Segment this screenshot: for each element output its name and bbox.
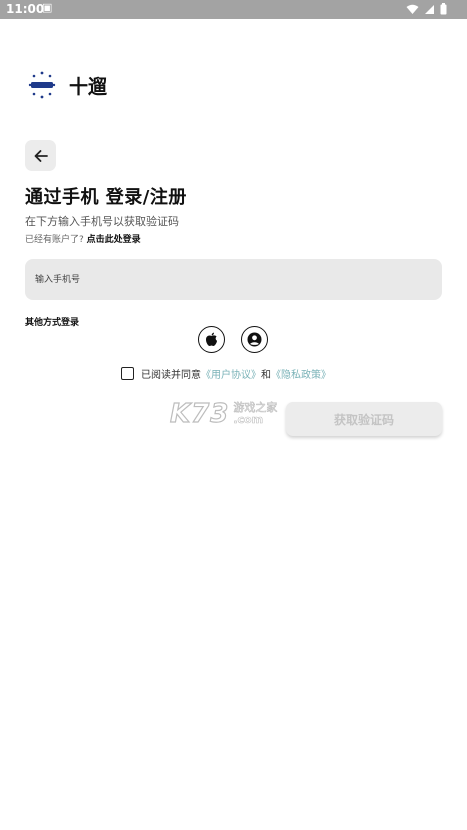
agreement-row: 已阅读并同意 《用户协议》 和 《隐私政策》 bbox=[121, 366, 331, 381]
apple-login-button[interactable] bbox=[198, 326, 225, 353]
sun-bar-logo-icon bbox=[28, 71, 56, 99]
wifi-icon bbox=[406, 4, 419, 14]
agreement-checkbox[interactable] bbox=[121, 367, 134, 380]
watermark-logo: K73 bbox=[169, 398, 230, 429]
watermark-com: .com bbox=[233, 413, 264, 426]
battery-icon bbox=[440, 3, 447, 15]
user-circle-icon bbox=[247, 332, 262, 347]
signal-icon bbox=[425, 4, 434, 14]
page-subtitle: 在下方输入手机号以获取验证码 bbox=[25, 215, 179, 228]
status-icons bbox=[406, 3, 447, 15]
watermark: K73 游戏之家 .com bbox=[169, 398, 278, 429]
page-title: 通过手机 登录/注册 bbox=[25, 187, 187, 208]
app-name: 十遛 bbox=[69, 75, 108, 98]
apple-icon bbox=[206, 332, 217, 346]
user-agreement-link[interactable]: 《用户协议》 bbox=[201, 366, 261, 381]
have-account-text: 已经有账户了? bbox=[25, 235, 84, 245]
agreement-prefix: 已阅读并同意 bbox=[141, 370, 201, 381]
app-brand: 十遛 bbox=[28, 70, 107, 100]
status-time: 11:00 bbox=[6, 2, 45, 16]
back-button[interactable] bbox=[25, 140, 56, 171]
have-account-row: 已经有账户了? 点击此处登录 bbox=[25, 232, 141, 245]
agreement-and: 和 bbox=[261, 370, 271, 381]
get-code-button[interactable]: 获取验证码 bbox=[286, 402, 442, 436]
notification-icon: ▣ bbox=[42, 1, 53, 14]
phone-input[interactable] bbox=[25, 259, 442, 300]
account-login-button[interactable] bbox=[241, 326, 268, 353]
privacy-policy-link[interactable]: 《隐私政策》 bbox=[271, 366, 331, 381]
arrow-left-icon bbox=[34, 149, 48, 162]
other-login-label: 其他方式登录 bbox=[25, 318, 80, 328]
status-bar: 11:00 ▣ bbox=[0, 0, 467, 19]
watermark-text: 游戏之家 .com bbox=[233, 401, 278, 426]
login-link[interactable]: 点击此处登录 bbox=[87, 235, 141, 245]
